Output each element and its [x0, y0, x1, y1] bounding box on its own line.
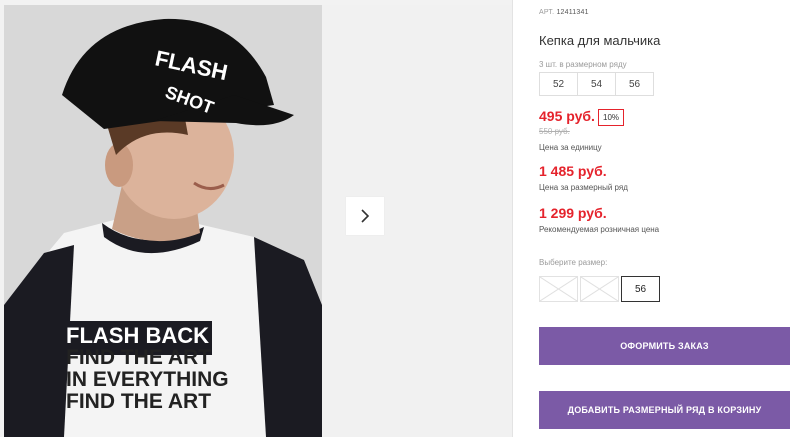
size-picker: 56 — [539, 276, 660, 302]
size-row-item: 52 — [539, 72, 578, 96]
panel-divider — [512, 0, 513, 437]
crossed-out-icon — [581, 277, 618, 301]
next-image-button[interactable] — [346, 197, 384, 235]
old-price: 550 руб. — [539, 127, 570, 136]
article-value: 12411341 — [556, 9, 589, 16]
size-row-item: 56 — [615, 72, 654, 96]
article-number: АРТ. 12411341 — [539, 9, 589, 16]
recommended-price: 1 299 руб. — [539, 205, 607, 221]
row-price-caption: Цена за размерный ряд — [539, 183, 628, 192]
size-option-56[interactable]: 56 — [621, 276, 660, 302]
crossed-out-icon — [540, 277, 577, 301]
article-label: АРТ. — [539, 9, 555, 16]
discount-badge: 10% — [598, 109, 625, 126]
product-gallery: FLASH SHOT FLASH BACK FIND THE ART IN EV… — [0, 0, 512, 437]
shirt-print: FLASH BACK FIND THE ART IN EVERYTHING FI… — [66, 325, 296, 413]
size-row-item: 54 — [577, 72, 616, 96]
checkout-button[interactable]: ОФОРМИТЬ ЗАКАЗ — [539, 327, 790, 365]
recommended-price-caption: Рекомендуемая розничная цена — [539, 225, 660, 234]
print-line: FLASH BACK — [66, 323, 209, 348]
size-option-unavailable — [539, 276, 578, 302]
print-line: FIND THE ART — [66, 346, 212, 369]
unit-price-caption: Цена за единицу — [539, 143, 602, 152]
size-row-label: 3 шт. в размерном ряду — [539, 60, 627, 69]
size-option-unavailable — [580, 276, 619, 302]
product-photo[interactable]: FLASH SHOT FLASH BACK FIND THE ART IN EV… — [4, 5, 322, 437]
choose-size-label: Выберите размер: — [539, 258, 608, 267]
product-info-panel: АРТ. 12411341 Кепка для мальчика 3 шт. в… — [539, 0, 794, 437]
unit-price: 495 руб. — [539, 108, 595, 124]
size-row: 52 54 56 — [539, 72, 654, 96]
chevron-right-icon — [361, 209, 370, 223]
product-title: Кепка для мальчика — [539, 33, 661, 48]
add-row-to-cart-button[interactable]: ДОБАВИТЬ РАЗМЕРНЫЙ РЯД В КОРЗИНУ — [539, 391, 790, 429]
print-line: IN EVERYTHING — [66, 368, 229, 391]
row-price: 1 485 руб. — [539, 163, 607, 179]
print-line: FIND THE ART — [66, 390, 212, 413]
